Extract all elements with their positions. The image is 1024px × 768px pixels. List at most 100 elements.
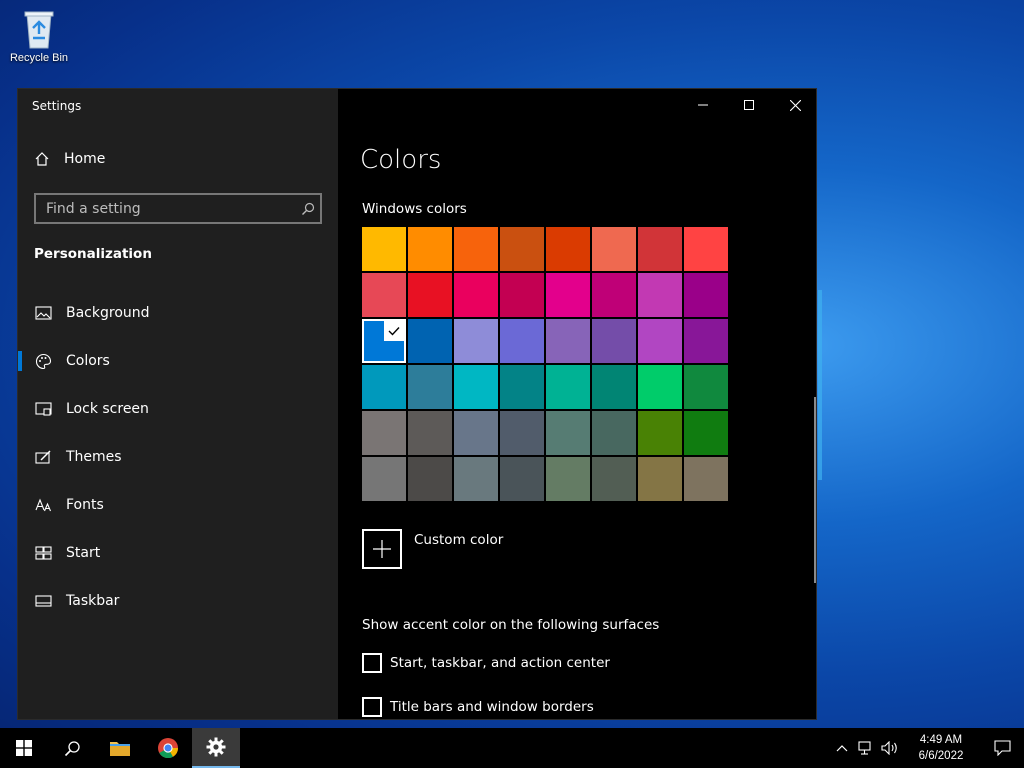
sidebar-item-fonts[interactable]: Fonts xyxy=(18,481,338,529)
recycle-bin[interactable]: Recycle Bin xyxy=(4,6,74,76)
window-title: Settings xyxy=(32,99,82,113)
color-swatch[interactable] xyxy=(638,227,682,271)
action-center-button[interactable] xyxy=(980,728,1024,768)
home-link[interactable]: Home xyxy=(34,151,105,167)
color-swatch-grid xyxy=(362,227,728,501)
color-swatch[interactable] xyxy=(684,457,728,501)
color-swatch[interactable] xyxy=(454,411,498,455)
recycle-bin-icon xyxy=(24,11,54,49)
scrollbar[interactable] xyxy=(814,397,816,583)
color-swatch[interactable] xyxy=(454,319,498,363)
chrome-icon xyxy=(158,738,179,759)
color-swatch[interactable] xyxy=(638,365,682,409)
color-swatch[interactable] xyxy=(546,365,590,409)
color-swatch[interactable] xyxy=(408,227,452,271)
clock-date: 6/6/2022 xyxy=(918,750,964,762)
color-swatch[interactable] xyxy=(362,365,406,409)
color-swatch[interactable] xyxy=(592,319,636,363)
minimize-button[interactable] xyxy=(680,89,726,121)
color-swatch[interactable] xyxy=(638,457,682,501)
color-swatch[interactable] xyxy=(684,365,728,409)
checkbox-label: Start, taskbar, and action center xyxy=(390,655,610,671)
network-icon xyxy=(858,741,871,755)
color-swatch[interactable] xyxy=(500,457,544,501)
color-swatch[interactable] xyxy=(362,457,406,501)
color-swatch[interactable] xyxy=(408,411,452,455)
color-swatch[interactable] xyxy=(592,365,636,409)
color-swatch[interactable] xyxy=(500,227,544,271)
volume-button[interactable] xyxy=(878,728,902,768)
color-swatch[interactable] xyxy=(408,365,452,409)
color-swatch[interactable] xyxy=(454,273,498,317)
windows-colors-label: Windows colors xyxy=(362,201,467,217)
file-explorer-button[interactable] xyxy=(96,728,144,768)
custom-color-button[interactable]: Custom color xyxy=(362,529,503,569)
sidebar-item-themes[interactable]: Themes xyxy=(18,433,338,481)
sidebar-item-taskbar[interactable]: Taskbar xyxy=(18,577,338,625)
color-swatch[interactable] xyxy=(684,273,728,317)
color-swatch[interactable] xyxy=(362,319,406,363)
clock[interactable]: 4:49 AM 6/6/2022 xyxy=(902,732,980,764)
sidebar-item-colors[interactable]: Colors xyxy=(18,337,338,385)
color-swatch[interactable] xyxy=(638,273,682,317)
network-button[interactable] xyxy=(854,728,878,768)
color-swatch[interactable] xyxy=(454,365,498,409)
start-icon xyxy=(34,544,52,562)
chrome-button[interactable] xyxy=(144,728,192,768)
checkbox-start-taskbar[interactable]: Start, taskbar, and action center xyxy=(362,653,610,673)
color-swatch[interactable] xyxy=(546,227,590,271)
color-swatch[interactable] xyxy=(684,227,728,271)
color-swatch[interactable] xyxy=(546,457,590,501)
clock-time: 4:49 AM xyxy=(919,734,963,746)
color-swatch[interactable] xyxy=(546,319,590,363)
color-swatch[interactable] xyxy=(362,273,406,317)
window-glow xyxy=(818,290,822,480)
color-swatch[interactable] xyxy=(362,227,406,271)
search-input[interactable] xyxy=(36,200,296,217)
color-swatch[interactable] xyxy=(592,411,636,455)
color-swatch[interactable] xyxy=(500,319,544,363)
sidebar-item-start[interactable]: Start xyxy=(18,529,338,577)
color-swatch[interactable] xyxy=(500,273,544,317)
checkbox-box[interactable] xyxy=(362,697,382,717)
gear-icon xyxy=(206,737,226,757)
start-button[interactable] xyxy=(0,728,48,768)
search-button[interactable] xyxy=(48,728,96,768)
close-icon xyxy=(789,99,801,111)
color-swatch[interactable] xyxy=(546,273,590,317)
checkbox-box[interactable] xyxy=(362,653,382,673)
taskbar-icon xyxy=(34,592,52,610)
color-swatch[interactable] xyxy=(684,319,728,363)
sidebar-item-label: Background xyxy=(66,305,150,321)
color-swatch[interactable] xyxy=(408,457,452,501)
color-swatch[interactable] xyxy=(500,365,544,409)
maximize-icon xyxy=(744,100,754,110)
accent-surfaces-title: Show accent color on the following surfa… xyxy=(362,617,660,633)
color-swatch[interactable] xyxy=(684,411,728,455)
checkbox-title-bars[interactable]: Title bars and window borders xyxy=(362,697,594,717)
color-swatch[interactable] xyxy=(592,457,636,501)
sidebar-item-background[interactable]: Background xyxy=(18,289,338,337)
color-swatch[interactable] xyxy=(454,227,498,271)
sidebar-item-label: Start xyxy=(66,545,101,561)
color-swatch[interactable] xyxy=(454,457,498,501)
color-swatch[interactable] xyxy=(638,319,682,363)
color-swatch[interactable] xyxy=(592,227,636,271)
color-swatch[interactable] xyxy=(408,319,452,363)
sidebar-item-label: Colors xyxy=(66,353,110,369)
close-button[interactable] xyxy=(772,89,816,121)
maximize-button[interactable] xyxy=(726,89,772,121)
settings-taskbar-button[interactable] xyxy=(192,728,240,768)
color-swatch[interactable] xyxy=(546,411,590,455)
plus-icon xyxy=(362,529,402,569)
color-swatch[interactable] xyxy=(362,411,406,455)
color-swatch[interactable] xyxy=(638,411,682,455)
color-swatch[interactable] xyxy=(408,273,452,317)
color-swatch[interactable] xyxy=(500,411,544,455)
folder-icon xyxy=(110,742,130,756)
search-box[interactable] xyxy=(34,193,322,224)
search-icon[interactable] xyxy=(296,202,320,216)
color-swatch[interactable] xyxy=(592,273,636,317)
sidebar-item-lock-screen[interactable]: Lock screen xyxy=(18,385,338,433)
show-hidden-icons-button[interactable] xyxy=(830,728,854,768)
